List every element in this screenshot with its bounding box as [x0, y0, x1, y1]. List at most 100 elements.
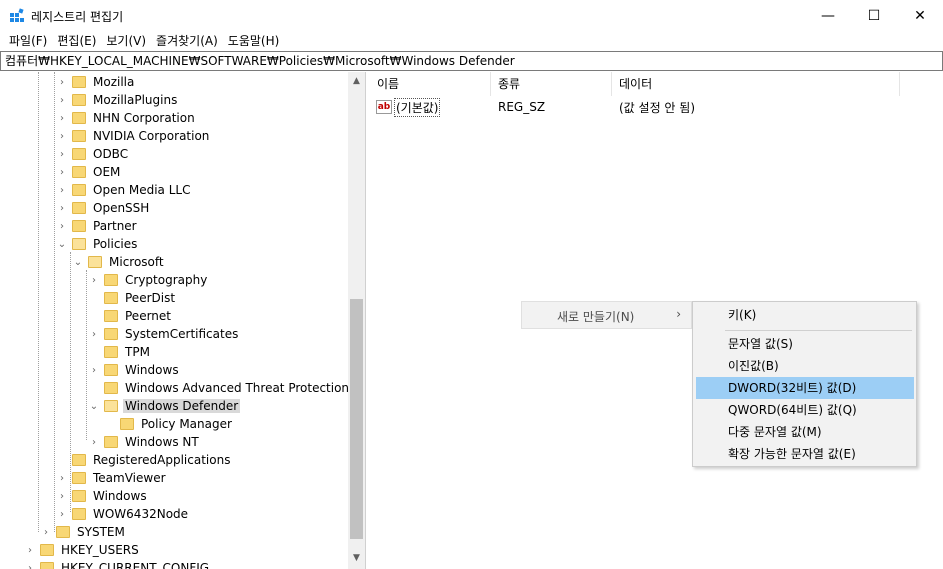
tree-node-label: NVIDIA Corporation: [93, 129, 210, 143]
chevron-right-icon[interactable]: ›: [56, 505, 68, 523]
maximize-button[interactable]: ☐: [851, 0, 897, 31]
chevron-down-icon[interactable]: ⌄: [72, 253, 84, 271]
column-data[interactable]: 데이터: [612, 72, 900, 96]
tree-node[interactable]: › Windows: [88, 361, 181, 379]
tree-node[interactable]: › Open Media LLC: [56, 181, 192, 199]
chevron-right-icon[interactable]: ›: [24, 541, 36, 559]
minimize-button[interactable]: —: [805, 0, 851, 31]
tree-node[interactable]: › TeamViewer: [56, 469, 168, 487]
close-button[interactable]: ✕: [897, 0, 943, 31]
no-expander: [104, 415, 116, 433]
chevron-right-icon[interactable]: ›: [56, 73, 68, 91]
column-type[interactable]: 종류: [491, 72, 612, 96]
tree-node-label: Peernet: [125, 309, 171, 323]
chevron-right-icon[interactable]: ›: [56, 181, 68, 199]
address-bar[interactable]: 컴퓨터₩HKEY_LOCAL_MACHINE₩SOFTWARE₩Policies…: [0, 51, 943, 71]
folder-icon: [56, 526, 70, 538]
folder-icon: [72, 148, 86, 160]
menu-item-dword-value[interactable]: DWORD(32비트) 값(D): [696, 377, 914, 399]
tree-node-microsoft[interactable]: ⌄ Microsoft: [72, 253, 166, 271]
menu-edit[interactable]: 편집(E): [52, 31, 101, 51]
tree-node[interactable]: Peernet: [88, 307, 173, 325]
no-expander: [88, 343, 100, 361]
tree-node[interactable]: › SystemCertificates: [88, 325, 240, 343]
no-expander: [88, 289, 100, 307]
chevron-right-icon[interactable]: ›: [56, 469, 68, 487]
window-title: 레지스트리 편집기: [31, 10, 124, 24]
tree-node[interactable]: PeerDist: [88, 289, 177, 307]
chevron-right-icon[interactable]: ›: [24, 559, 36, 569]
tree-node[interactable]: › NVIDIA Corporation: [56, 127, 211, 145]
menu-item-key[interactable]: 키(K): [696, 304, 914, 326]
chevron-right-icon[interactable]: ›: [56, 217, 68, 235]
chevron-right-icon[interactable]: ›: [88, 325, 100, 343]
tree-node[interactable]: › OEM: [56, 163, 122, 181]
tree-node[interactable]: › SYSTEM: [40, 523, 127, 541]
chevron-right-icon[interactable]: ›: [56, 109, 68, 127]
tree-node-label: HKEY_CURRENT_CONFIG: [61, 561, 210, 569]
chevron-down-icon[interactable]: ⌄: [56, 235, 68, 253]
tree-node[interactable]: Windows Advanced Threat Protection: [88, 379, 351, 397]
title-bar: 레지스트리 편집기 — ☐ ✕: [0, 0, 943, 31]
menu-view[interactable]: 보기(V): [101, 31, 151, 51]
tree-node-windows-defender[interactable]: ⌄ Windows Defender: [88, 397, 241, 415]
scroll-down-arrow-icon[interactable]: ▼: [348, 549, 365, 566]
tree-scrollbar[interactable]: ▲ ▼: [348, 72, 365, 569]
scroll-up-arrow-icon[interactable]: ▲: [348, 72, 365, 89]
tree-guide-line: [38, 72, 39, 532]
tree-node[interactable]: › Partner: [56, 217, 139, 235]
chevron-right-icon[interactable]: ›: [56, 145, 68, 163]
open-folder-icon: [104, 400, 118, 412]
tree-node[interactable]: › Windows NT: [88, 433, 201, 451]
tree-node[interactable]: › OpenSSH: [56, 199, 151, 217]
chevron-right-icon[interactable]: ›: [56, 91, 68, 109]
tree-node-policies[interactable]: ⌄ Policies: [56, 235, 139, 253]
menu-item-qword-value[interactable]: QWORD(64비트) 값(Q): [696, 399, 914, 421]
menu-item-binary-value[interactable]: 이진값(B): [696, 355, 914, 377]
scroll-thumb[interactable]: [350, 299, 363, 539]
tree-node[interactable]: › HKEY_USERS: [24, 541, 141, 559]
key-tree[interactable]: › Mozilla › MozillaPlugins › NHN Corporatio…: [0, 72, 366, 569]
folder-icon: [72, 508, 86, 520]
tree-node-label: NHN Corporation: [93, 111, 195, 125]
folder-icon: [72, 220, 86, 232]
tree-node[interactable]: › Cryptography: [88, 271, 209, 289]
chevron-right-icon[interactable]: ›: [88, 361, 100, 379]
menu-file[interactable]: 파일(F): [4, 31, 52, 51]
chevron-right-icon[interactable]: ›: [56, 163, 68, 181]
menu-help[interactable]: 도움말(H): [223, 31, 285, 51]
menu-item-multi-string-value[interactable]: 다중 문자열 값(M): [696, 421, 914, 443]
chevron-right-icon[interactable]: ›: [56, 199, 68, 217]
folder-icon: [72, 76, 86, 88]
tree-node[interactable]: › WOW6432Node: [56, 505, 190, 523]
menu-item-expandable-string-value[interactable]: 확장 가능한 문자열 값(E): [696, 443, 914, 465]
folder-icon: [72, 166, 86, 178]
folder-icon: [104, 364, 118, 376]
tree-node-label: PeerDist: [125, 291, 176, 305]
tree-node-label-selected: Windows Defender: [123, 399, 241, 413]
tree-node[interactable]: › Mozilla: [56, 73, 136, 91]
tree-node[interactable]: › MozillaPlugins: [56, 91, 179, 109]
chevron-right-icon[interactable]: ›: [40, 523, 52, 541]
tree-node[interactable]: TPM: [88, 343, 152, 361]
open-folder-icon: [72, 238, 86, 250]
tree-node[interactable]: › HKEY_CURRENT_CONFIG: [24, 559, 211, 569]
menu-favorites[interactable]: 즐겨찾기(A): [151, 31, 223, 51]
context-menu-new[interactable]: 새로 만들기(N) ›: [521, 301, 692, 329]
chevron-right-icon[interactable]: ›: [88, 433, 100, 451]
tree-node[interactable]: › Windows: [56, 487, 149, 505]
tree-node-label: OpenSSH: [93, 201, 150, 215]
chevron-down-icon[interactable]: ⌄: [88, 397, 100, 415]
chevron-right-icon[interactable]: ›: [56, 487, 68, 505]
chevron-right-icon[interactable]: ›: [88, 271, 100, 289]
tree-node[interactable]: RegisteredApplications: [56, 451, 232, 469]
tree-node-label: HKEY_USERS: [61, 543, 139, 557]
menu-item-string-value[interactable]: 문자열 값(S): [696, 333, 914, 355]
tree-node[interactable]: › NHN Corporation: [56, 109, 197, 127]
chevron-right-icon[interactable]: ›: [56, 127, 68, 145]
value-row[interactable]: ab (기본값) REG_SZ (값 설정 안 됨): [370, 97, 695, 117]
tree-node[interactable]: › ODBC: [56, 145, 130, 163]
column-name[interactable]: 이름: [370, 72, 491, 96]
value-data: (값 설정 안 됨): [619, 100, 696, 115]
tree-node[interactable]: Policy Manager: [104, 415, 234, 433]
